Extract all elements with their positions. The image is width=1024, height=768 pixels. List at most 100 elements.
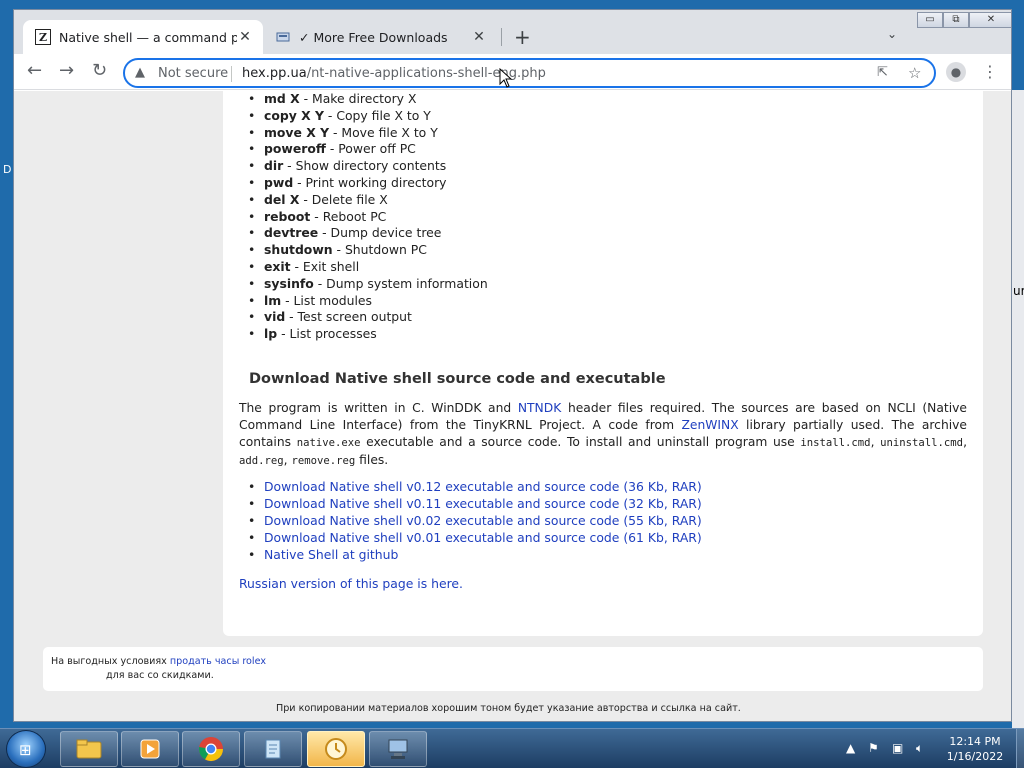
list-item: devtree - Dump device tree: [264, 225, 488, 242]
github-link[interactable]: Native Shell at github: [264, 547, 398, 562]
network-icon[interactable]: ▣: [892, 741, 903, 755]
command-name: shutdown: [264, 242, 333, 258]
share-icon[interactable]: ⇱: [877, 65, 888, 80]
page-viewport: md X - Make directory X copy X Y - Copy …: [14, 91, 1011, 721]
code-add-reg: add.reg: [239, 455, 284, 467]
list-item: copy X Y - Copy file X to Y: [264, 108, 488, 125]
ntndk-link[interactable]: NTNDK: [518, 401, 561, 415]
command-name: move X Y: [264, 124, 330, 140]
download-link[interactable]: Download Native shell v0.02 executable a…: [264, 513, 702, 528]
start-button[interactable]: ⊞: [6, 730, 46, 768]
warning-icon[interactable]: ▲: [135, 65, 145, 80]
command-desc: - Dump system information: [313, 275, 488, 291]
mouse-cursor-icon: [499, 68, 513, 88]
desc-text: The program is written in C. WinDDK and: [239, 401, 518, 415]
close-tab-icon[interactable]: ✕: [237, 29, 253, 45]
reload-icon[interactable]: ↻: [92, 60, 107, 81]
russian-version-link[interactable]: Russian version of this page is here.: [239, 576, 463, 591]
tab-title: Native shell — a command prom: [59, 29, 237, 45]
clock-time: 12:14 PM: [949, 735, 1001, 748]
network-app-icon[interactable]: [369, 731, 427, 767]
list-item: lm - List modules: [264, 293, 488, 310]
list-item: del X - Delete file X: [264, 192, 488, 209]
tab-native-shell[interactable]: Z Native shell — a command prom ✕: [23, 20, 263, 54]
command-list: md X - Make directory X copy X Y - Copy …: [248, 91, 488, 343]
code-uninstall-cmd: uninstall.cmd: [880, 437, 964, 449]
code-native-exe: native.exe: [296, 437, 361, 449]
command-desc: - Print working directory: [293, 174, 447, 190]
ad-line: для вас со скидками.: [106, 670, 214, 681]
description-paragraph: The program is written in C. WinDDK and …: [239, 400, 967, 470]
app-icon[interactable]: [307, 731, 365, 767]
chrome-icon[interactable]: [182, 731, 240, 767]
new-tab-icon[interactable]: +: [514, 25, 531, 49]
taskbar: ⊞ ▲ ⚑ ▣ 🔈︎ 12:14 PM 1/16/2022: [0, 728, 1024, 768]
forward-icon[interactable]: →: [59, 60, 74, 81]
media-player-icon[interactable]: [121, 731, 179, 767]
profile-icon[interactable]: ●: [946, 62, 966, 82]
command-desc: - List processes: [277, 326, 377, 342]
list-item: shutdown - Shutdown PC: [264, 242, 488, 259]
command-desc: - Delete file X: [299, 191, 388, 207]
bookmark-star-icon[interactable]: ☆: [908, 64, 921, 82]
command-desc: - Shutdown PC: [332, 242, 427, 258]
download-link[interactable]: Download Native shell v0.01 executable a…: [264, 530, 702, 545]
list-item: md X - Make directory X: [264, 91, 488, 108]
zenwinx-link[interactable]: ZenWINX: [681, 418, 738, 432]
footer-text: При копировании материалов хорошим тоном…: [276, 703, 741, 714]
command-name: reboot: [264, 208, 311, 224]
tab-title: ✓ More Free Downloads: [299, 29, 448, 45]
command-name: poweroff: [264, 141, 326, 157]
notepad-icon[interactable]: [244, 731, 302, 767]
command-name: md X: [264, 91, 300, 106]
tab-more-free-downloads[interactable]: ✓ More Free Downloads ✕: [265, 20, 497, 54]
ad-line: На выгодных условиях продать часы rolex: [51, 656, 266, 667]
code-remove-reg: remove.reg: [291, 455, 356, 467]
maximize-icon[interactable]: ⧉: [943, 12, 969, 28]
command-name: lm: [264, 292, 282, 308]
list-item: move X Y - Move file X to Y: [264, 125, 488, 142]
background-window-text: ur: [1013, 284, 1024, 298]
close-window-icon[interactable]: ✕: [969, 12, 1011, 28]
ad-link[interactable]: продать часы rolex: [170, 656, 266, 667]
menu-icon[interactable]: ⋮: [982, 62, 998, 81]
download-link[interactable]: Download Native shell v0.11 executable a…: [264, 496, 702, 511]
command-name: devtree: [264, 225, 319, 241]
show-hidden-icons-icon[interactable]: ▲: [846, 741, 855, 755]
security-label[interactable]: Not secure: [158, 66, 228, 81]
command-name: dir: [264, 158, 284, 174]
list-item: reboot - Reboot PC: [264, 209, 488, 226]
command-name: vid: [264, 309, 286, 325]
close-tab-icon[interactable]: ✕: [471, 29, 487, 45]
desc-text: executable and a source code. To install…: [360, 435, 801, 449]
action-center-flag-icon[interactable]: ⚑: [868, 741, 879, 755]
list-item: lp - List processes: [264, 326, 488, 343]
download-links-list: Download Native shell v0.12 executable a…: [248, 478, 702, 563]
ad-text: На выгодных условиях: [51, 656, 170, 667]
desc-text: ,: [870, 435, 881, 449]
download-link[interactable]: Download Native shell v0.12 executable a…: [264, 479, 702, 494]
explorer-icon[interactable]: [60, 731, 118, 767]
desktop-edge-text: D: [3, 163, 12, 176]
window-controls: ▭ ⧉ ✕: [917, 12, 1011, 28]
address-bar[interactable]: ▲ Not secure hex.pp.ua/nt-native-applica…: [123, 58, 936, 88]
command-desc: - Exit shell: [290, 258, 360, 274]
command-name: copy X Y: [264, 107, 324, 123]
list-item: poweroff - Power off PC: [264, 141, 488, 158]
show-desktop-button[interactable]: [1016, 729, 1024, 768]
code-install-cmd: install.cmd: [800, 437, 871, 449]
volume-icon[interactable]: 🔈︎: [916, 741, 923, 756]
tab-search-chevron-icon[interactable]: ⌄: [887, 27, 897, 41]
command-name: del X: [264, 191, 300, 207]
clock[interactable]: 12:14 PM 1/16/2022: [940, 734, 1010, 764]
list-item: Download Native shell v0.01 executable a…: [264, 529, 702, 546]
list-item: dir - Show directory contents: [264, 158, 488, 175]
back-icon[interactable]: ←: [27, 60, 42, 81]
list-item: Download Native shell v0.02 executable a…: [264, 512, 702, 529]
command-desc: - Make directory X: [299, 91, 417, 106]
windows-logo-icon: ⊞: [19, 741, 32, 759]
minimize-icon[interactable]: ▭: [917, 12, 943, 28]
browser-window: Z Native shell — a command prom ✕ ✓ More…: [13, 9, 1012, 722]
command-name: exit: [264, 258, 291, 274]
list-item: exit - Exit shell: [264, 259, 488, 276]
